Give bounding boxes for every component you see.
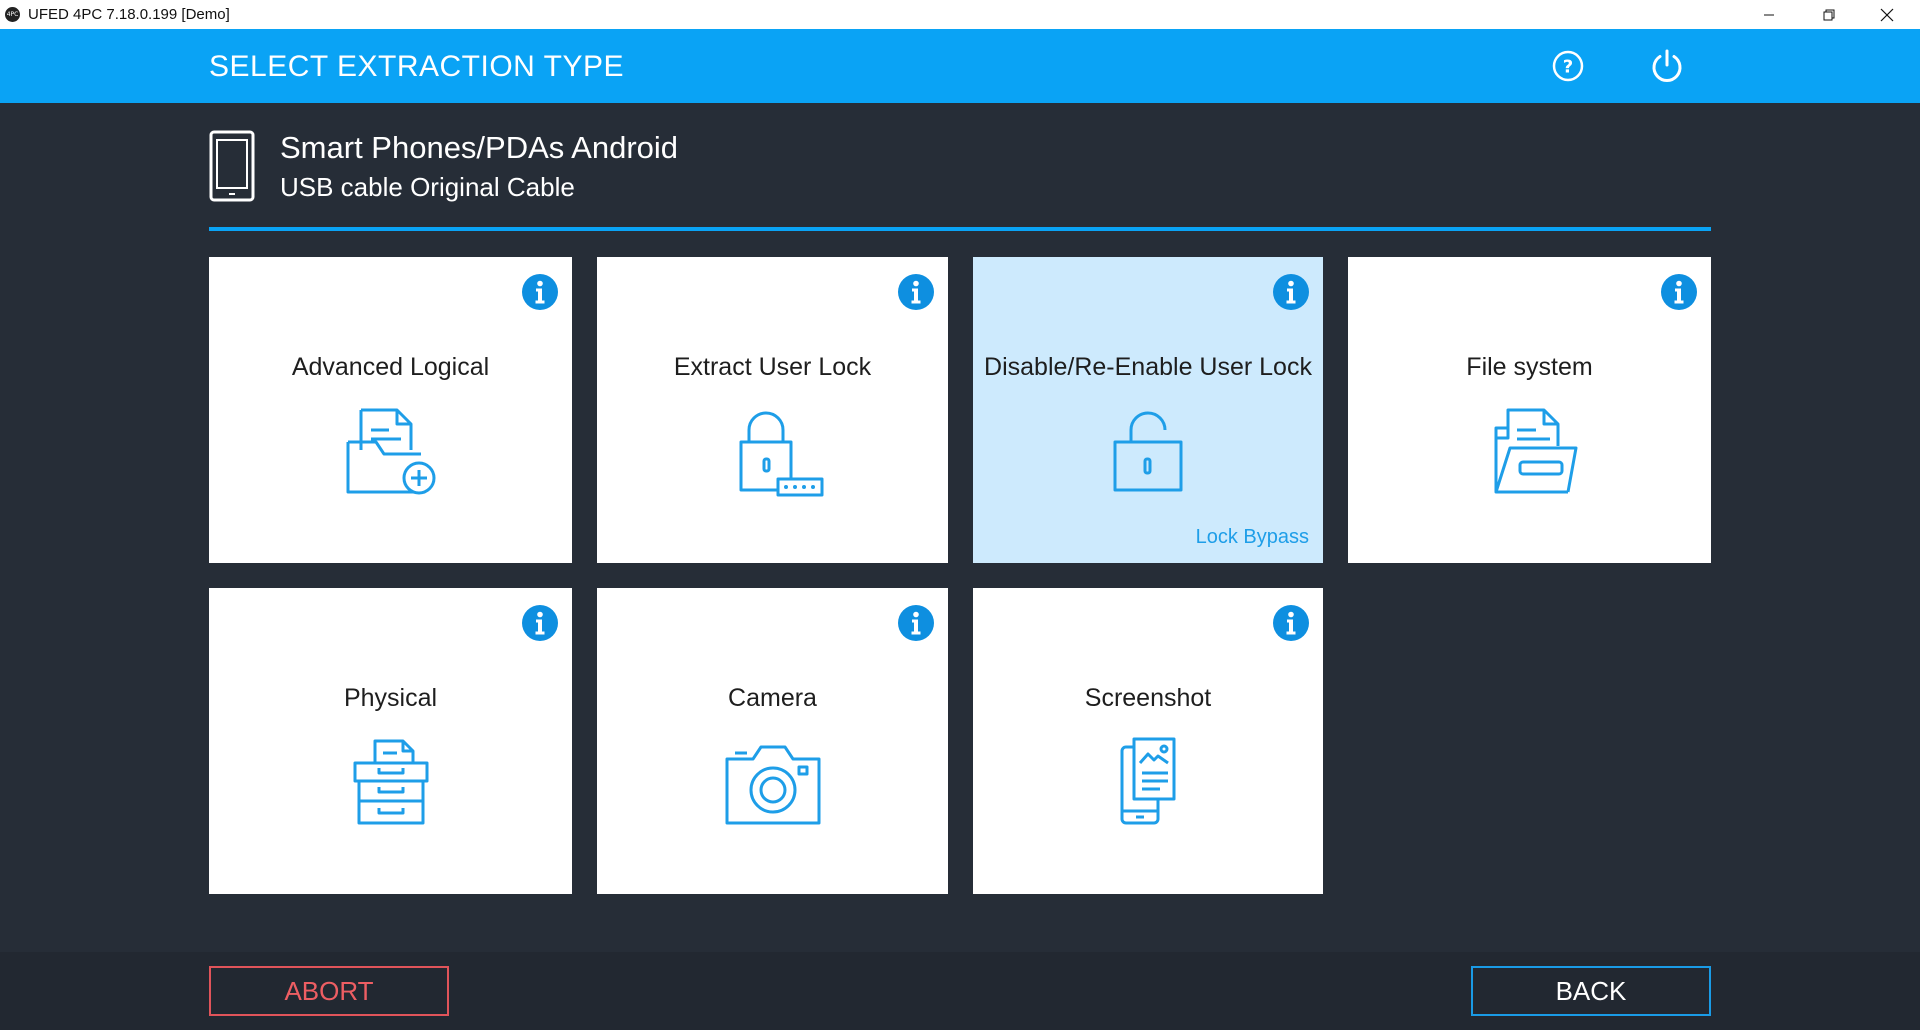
abort-button[interactable]: ABORT — [209, 966, 449, 1016]
extraction-card-advanced-logical[interactable]: Advanced Logical — [209, 257, 572, 563]
drawer-cabinet-icon — [353, 739, 428, 825]
info-icon[interactable] — [521, 273, 559, 311]
extraction-card-extract-user-lock[interactable]: Extract User Lock — [597, 257, 948, 563]
card-sublabel: Lock Bypass — [1195, 526, 1309, 548]
extraction-card-disable-reenable-user-lock[interactable]: Disable/Re-Enable User Lock Lock Bypass — [973, 257, 1323, 563]
app-header: SELECT EXTRACTION TYPE ? — [0, 29, 1920, 103]
mobile-phone-icon — [209, 130, 255, 202]
power-button[interactable] — [1645, 44, 1689, 88]
info-icon[interactable] — [1272, 604, 1310, 642]
page-title: SELECT EXTRACTION TYPE — [209, 50, 624, 83]
device-connection: USB cable Original Cable — [280, 172, 575, 202]
help-button[interactable]: ? — [1546, 44, 1590, 88]
info-icon[interactable] — [897, 604, 935, 642]
window-title-bar: 4PC UFED 4PC 7.18.0.199 [Demo] — [0, 0, 1920, 29]
header-divider — [209, 227, 1711, 231]
info-icon[interactable] — [1660, 273, 1698, 311]
extraction-card-file-system[interactable]: File system — [1348, 257, 1711, 563]
card-label: Disable/Re-Enable User Lock — [984, 353, 1312, 381]
svg-text:?: ? — [1563, 57, 1573, 78]
minimize-icon — [1764, 14, 1774, 15]
card-label: Physical — [343, 684, 438, 712]
restore-icon — [1823, 9, 1835, 20]
card-label: Camera — [728, 684, 817, 712]
unlock-icon — [1113, 411, 1183, 492]
open-folder-document-icon — [1494, 408, 1577, 494]
extraction-card-physical[interactable]: Physical — [209, 588, 572, 894]
camera-icon — [725, 745, 820, 825]
help-circle-icon: ? — [1552, 50, 1584, 82]
app-logo-icon: 4PC — [5, 7, 20, 22]
back-button[interactable]: BACK — [1471, 966, 1711, 1016]
extraction-card-screenshot[interactable]: Screenshot — [973, 588, 1323, 894]
info-icon[interactable] — [521, 604, 559, 642]
device-name: Smart Phones/PDAs Android — [280, 130, 679, 165]
window-title: UFED 4PC 7.18.0.199 [Demo] — [28, 6, 230, 23]
info-icon[interactable] — [1272, 273, 1310, 311]
close-icon — [1880, 8, 1894, 21]
phone-screenshot-icon — [1120, 737, 1176, 825]
lock-password-icon — [739, 411, 823, 497]
card-label: File system — [1466, 353, 1593, 381]
card-label: Screenshot — [1084, 684, 1212, 712]
close-button[interactable] — [1864, 0, 1910, 29]
extraction-card-camera[interactable]: Camera — [597, 588, 948, 894]
card-label: Advanced Logical — [291, 353, 490, 381]
folder-document-add-icon — [346, 408, 435, 495]
power-icon — [1652, 49, 1682, 82]
restore-button[interactable] — [1806, 0, 1852, 29]
minimize-button[interactable] — [1746, 0, 1792, 29]
info-icon[interactable] — [897, 273, 935, 311]
card-label: Extract User Lock — [673, 353, 872, 381]
